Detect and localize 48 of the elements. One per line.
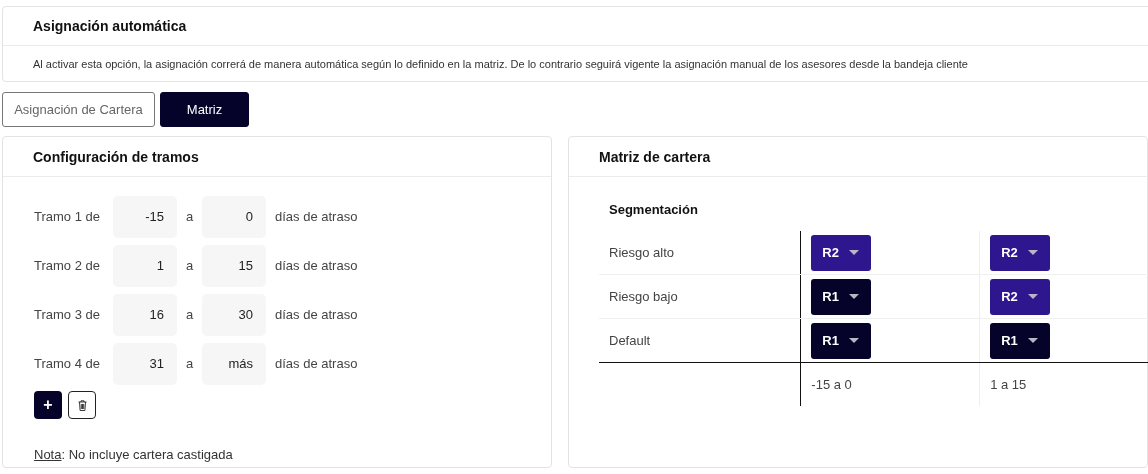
note-text: Nota: No incluye cartera castigada bbox=[34, 447, 234, 462]
to-field[interactable]: 30 bbox=[202, 293, 266, 336]
joiner-text: a bbox=[184, 307, 195, 322]
dropdown[interactable]: R2 bbox=[990, 278, 1051, 315]
joiner-text: a bbox=[184, 356, 195, 371]
from-field[interactable]: -15 bbox=[113, 195, 177, 238]
dropdown[interactable]: R1 bbox=[990, 322, 1051, 359]
tab[interactable]: Matriz bbox=[160, 92, 249, 127]
dropdown[interactable]: R2 bbox=[811, 234, 872, 271]
from-field[interactable]: 31 bbox=[113, 342, 177, 385]
caret-icon bbox=[1028, 338, 1039, 343]
tramo-label: Tramo 2 de bbox=[34, 258, 101, 273]
segment-heading: Segmentación bbox=[609, 202, 699, 217]
caret-icon bbox=[849, 250, 860, 255]
range-label: 1 a 15 bbox=[990, 377, 1027, 392]
caret-icon bbox=[849, 294, 860, 299]
add-button[interactable]: + bbox=[34, 391, 62, 419]
joiner-text: a bbox=[184, 209, 195, 224]
suffix-text: días de atraso bbox=[275, 209, 358, 224]
caret-icon bbox=[1028, 250, 1039, 255]
trash-icon bbox=[77, 399, 87, 411]
from-field[interactable]: 16 bbox=[113, 293, 177, 336]
description-text: Al activar esta opción, la asignación correrá de manera automática según lo definido en la matriz. De lo contrario seguirá vigente la asignación manual de los asesores desde la bandeja cliente bbox=[32, 57, 969, 72]
segment-label: Riesgo bajo bbox=[609, 289, 678, 304]
tramo-label: Tramo 3 de bbox=[34, 307, 101, 322]
tab[interactable]: Asignación de Cartera bbox=[2, 92, 155, 127]
suffix-text: días de atraso bbox=[275, 307, 358, 322]
panel-title: Matriz de cartera bbox=[569, 137, 1147, 177]
to-field[interactable]: más bbox=[202, 342, 266, 385]
segment-label: Riesgo alto bbox=[609, 245, 675, 260]
from-field[interactable]: 1 bbox=[113, 244, 177, 287]
suffix-text: días de atraso bbox=[275, 356, 358, 371]
tramo-label: Tramo 1 de bbox=[34, 209, 101, 224]
section-title: Asignación automática bbox=[3, 7, 1148, 46]
segment-label: Default bbox=[609, 333, 651, 348]
dropdown[interactable]: R1 bbox=[811, 278, 872, 315]
caret-icon bbox=[849, 338, 860, 343]
delete-button[interactable] bbox=[68, 391, 96, 419]
to-field[interactable]: 0 bbox=[202, 195, 266, 238]
dropdown[interactable]: R1 bbox=[811, 322, 872, 359]
joiner-text: a bbox=[184, 258, 195, 273]
to-field[interactable]: 15 bbox=[202, 244, 266, 287]
panel-title: Configuración de tramos bbox=[3, 137, 551, 177]
tramo-label: Tramo 4 de bbox=[34, 356, 101, 371]
range-label: -15 a 0 bbox=[811, 377, 852, 392]
suffix-text: días de atraso bbox=[275, 258, 358, 273]
dropdown[interactable]: R2 bbox=[990, 234, 1051, 271]
caret-icon bbox=[1028, 294, 1039, 299]
